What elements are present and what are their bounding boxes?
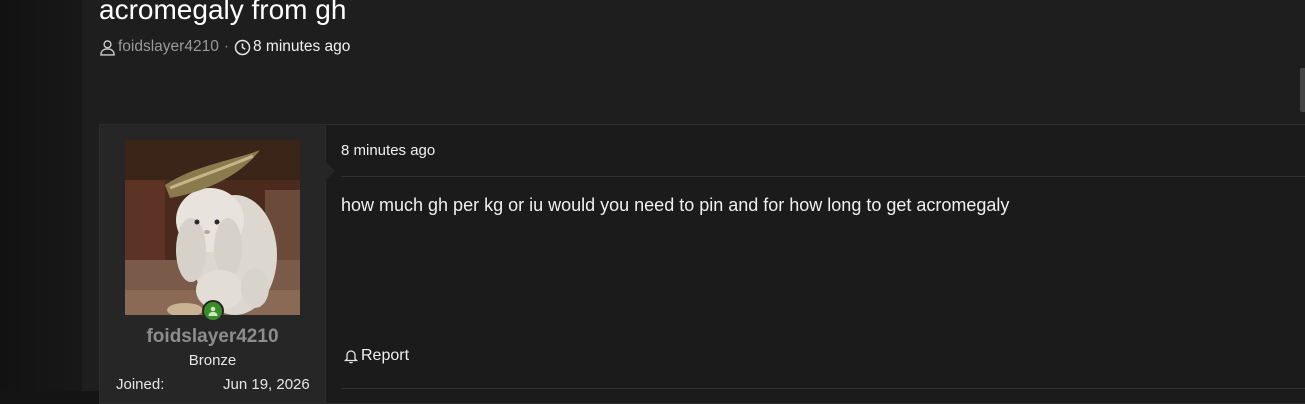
joined-label: Joined: <box>116 376 165 393</box>
online-status-icon <box>202 300 224 322</box>
thread-title: acromegaly from gh <box>99 0 347 25</box>
clock-icon <box>234 39 251 56</box>
bell-icon <box>343 348 361 364</box>
thread-meta: foidslayer4210 · 8 minutes ago <box>99 37 350 57</box>
post: foidslayer4210 Bronze Joined: Jun 19, 20… <box>99 124 1305 404</box>
username-link[interactable]: foidslayer4210 <box>100 326 325 348</box>
report-label: Report <box>361 347 410 364</box>
left-gutter <box>0 0 82 391</box>
meta-separator: · <box>223 38 229 55</box>
report-button[interactable]: Report <box>343 347 409 365</box>
post-body: how much gh per kg or iu would you need … <box>341 195 1010 215</box>
user-rank: Bronze <box>188 352 237 369</box>
thread-author-link[interactable]: foidslayer4210 <box>118 38 219 56</box>
avatar[interactable] <box>125 140 300 315</box>
post-footer-divider <box>341 388 1305 389</box>
post-date-link[interactable]: 8 minutes ago <box>341 142 435 159</box>
side-thumbnail <box>1300 68 1305 112</box>
post-user-panel: foidslayer4210 Bronze Joined: Jun 19, 20… <box>100 125 326 403</box>
thread-time[interactable]: 8 minutes ago <box>253 38 350 56</box>
post-arrow <box>325 161 335 181</box>
user-icon <box>99 39 116 56</box>
joined-value: Jun 19, 2026 <box>223 376 310 393</box>
post-divider <box>341 176 1305 177</box>
